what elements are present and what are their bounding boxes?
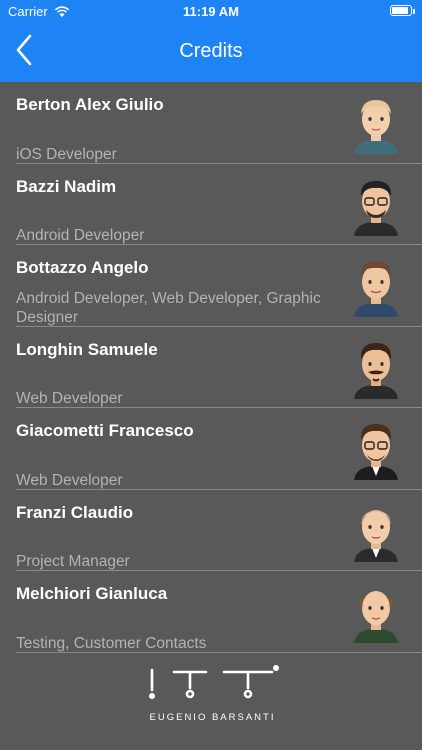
credit-row[interactable]: Melchiori Gianluca Testing, Customer Con… [0,571,422,653]
page-title: Credits [179,40,243,62]
credit-row[interactable]: Giacometti Francesco Web Developer [0,408,422,490]
row-divider [16,651,422,653]
credit-name: Longhin Samuele [16,339,158,359]
credits-list: Berton Alex Giulio iOS Developer Bazzi N… [0,82,422,653]
credit-name: Melchiori Gianluca [16,584,168,603]
school-logo: EUGENIO BARSANTI [140,660,285,726]
credit-role: Project Manager [16,553,130,570]
credit-row[interactable]: Bazzi Nadim Android Developer [0,164,422,245]
credit-role: iOS Developer [16,145,117,163]
credit-role: Android Developer [16,227,145,244]
credit-name: Berton Alex Giulio [16,95,164,114]
school-logo-mark [149,665,279,699]
credit-name: Bottazzo Angelo [16,258,149,277]
avatar [354,180,398,236]
credit-role: Testing, Customer Contacts [16,634,207,652]
avatar [354,261,398,317]
credit-name: Franzi Claudio [16,502,134,522]
credit-row[interactable]: Longhin Samuele Web Developer [0,327,422,408]
credit-role: Web Developer [16,471,123,489]
credit-row[interactable]: Berton Alex Giulio iOS Developer [0,82,422,164]
status-time: 11:19 AM [183,4,239,19]
status-bar: Carrier 11:19 AM [0,0,422,22]
avatar [354,591,398,643]
credit-name: Bazzi Nadim [16,176,117,196]
credit-role: Android Developer, Web Developer, Graphi… [16,289,321,326]
battery-icon [390,5,412,16]
battery-tip [413,9,415,14]
credit-name: Giacometti Francesco [16,421,194,440]
navigation-bar: Credits [0,22,422,82]
avatar [354,342,398,399]
avatar [354,100,398,154]
credit-row[interactable]: Franzi Claudio Project Manager [0,490,422,571]
credit-row[interactable]: Bottazzo Angelo Android Developer, Web D… [0,245,422,327]
avatar [354,509,398,562]
school-logo-text: EUGENIO BARSANTI [149,712,276,723]
avatar [354,424,398,480]
credit-role: Web Developer [16,390,123,407]
